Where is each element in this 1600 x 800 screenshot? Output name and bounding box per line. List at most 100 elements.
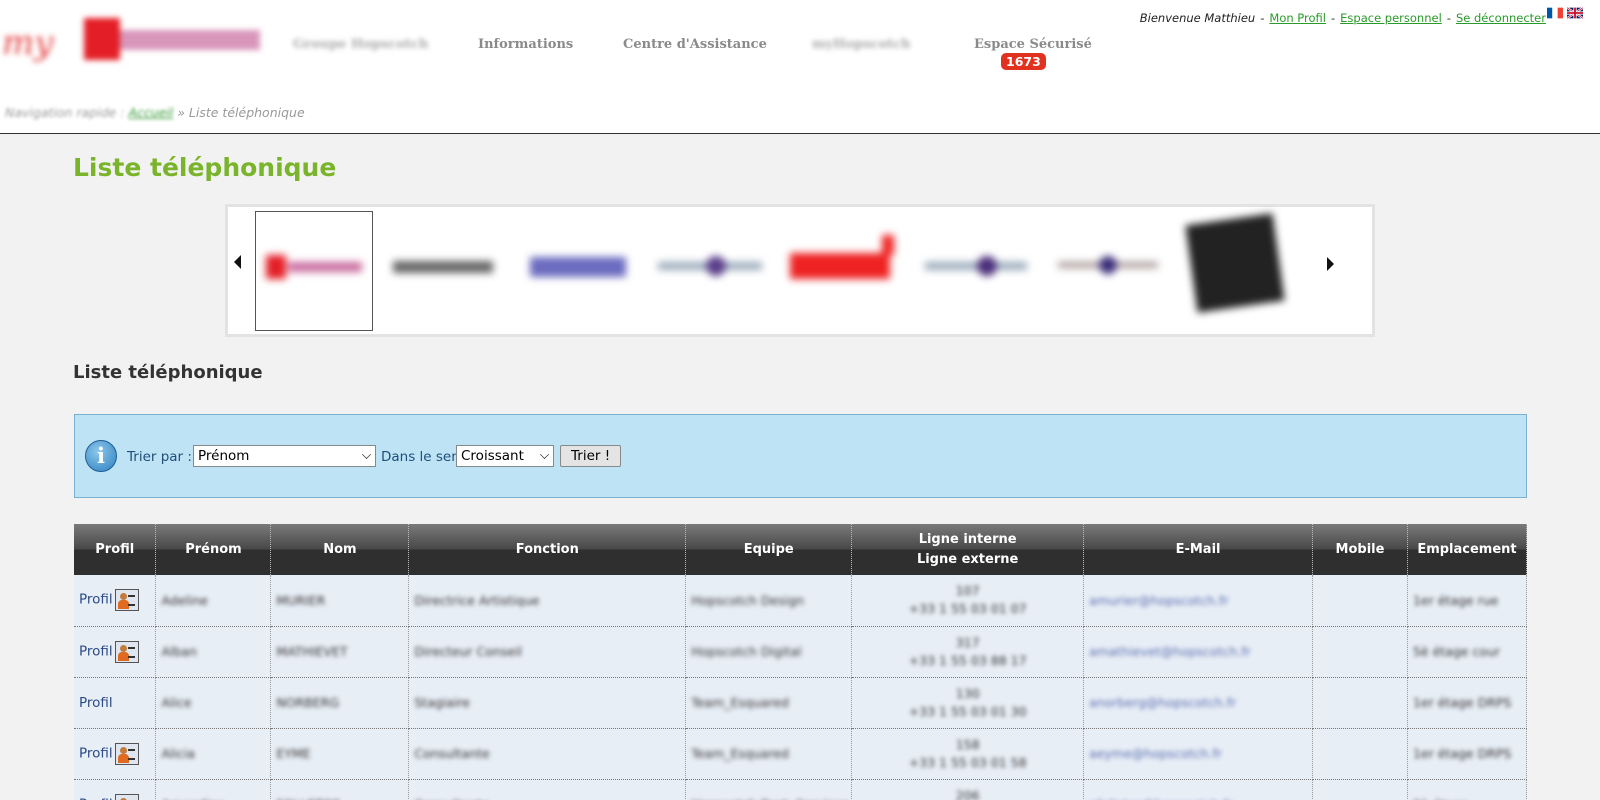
external-line: +33 1 55 03 01 58 bbox=[908, 754, 1027, 770]
sort-by-select[interactable]: Prénom bbox=[193, 445, 376, 467]
cell-firstname: Alban bbox=[155, 626, 272, 678]
site-logo[interactable]: my bbox=[2, 10, 266, 70]
cell-profile: Profil bbox=[74, 575, 157, 627]
cell-mobile bbox=[1312, 626, 1408, 678]
sort-submit-button[interactable]: Trier ! bbox=[560, 445, 622, 467]
cell-team: Hopscotch Rest. Services bbox=[685, 779, 853, 800]
breadcrumb-home-link[interactable]: Accueil bbox=[128, 105, 173, 120]
table-row: Profil AmandineFOLLETOSConsultanteHopscot… bbox=[74, 779, 1528, 800]
table-header-row: Profil Prénom Nom Fonction Equipe Ligne … bbox=[74, 524, 1528, 575]
cell-location: 2è étage bbox=[1407, 779, 1528, 800]
cell-mobile bbox=[1312, 677, 1408, 729]
cell-lines: 107 +33 1 55 03 01 07 bbox=[851, 575, 1085, 627]
carousel-logo-6[interactable] bbox=[923, 247, 1029, 287]
col-header-mobile[interactable]: Mobile bbox=[1312, 524, 1408, 575]
table-row: Profil Adeline MURIER Directrice Artistique… bbox=[74, 575, 1528, 627]
svg-text:my: my bbox=[2, 23, 54, 63]
cell-firstname: Adeline bbox=[155, 575, 272, 627]
carousel-logo-5[interactable] bbox=[788, 233, 898, 289]
phone-list-table: Profil Prénom Nom Fonction Equipe Ligne … bbox=[74, 524, 1528, 800]
nav-centre-assistance[interactable]: Centre d'Assistance bbox=[623, 37, 767, 52]
internal-line: 317 bbox=[955, 634, 980, 650]
cell-function: Consultante bbox=[408, 728, 687, 780]
nav-myhopscotch[interactable]: myHopscotch bbox=[812, 37, 911, 52]
email-link[interactable]: aeyme@hopscotch.fr bbox=[1089, 746, 1222, 761]
internal-line: 107 bbox=[955, 583, 980, 599]
cell-mobile bbox=[1312, 728, 1408, 780]
info-icon: i bbox=[85, 440, 117, 472]
nav-groupe-hopscotch[interactable]: Groupe Hopscotch bbox=[293, 37, 428, 52]
carousel-next-icon[interactable] bbox=[1327, 257, 1334, 271]
carousel-logo-4[interactable] bbox=[656, 247, 764, 287]
fr-flag-icon[interactable] bbox=[1547, 7, 1563, 19]
profile-link[interactable]: Profil bbox=[79, 643, 113, 659]
carousel-prev-icon[interactable] bbox=[234, 255, 241, 269]
col-header-firstname[interactable]: Prénom bbox=[155, 524, 272, 575]
col-header-location[interactable]: Emplacement bbox=[1407, 524, 1528, 575]
sort-by-label: Trier par : bbox=[127, 449, 192, 465]
cell-profile: Profil bbox=[74, 626, 157, 678]
cell-profile: Profil bbox=[74, 677, 157, 729]
table-row: Profil Alicia EYME Consultante Team_Esquared… bbox=[74, 728, 1528, 780]
uk-flag-icon[interactable] bbox=[1567, 7, 1583, 19]
col-header-internal: Ligne interne bbox=[918, 531, 1017, 547]
profile-link[interactable]: Profil bbox=[79, 796, 113, 800]
cell-lastname: FOLLETOS bbox=[270, 779, 410, 800]
cell-email: anorberg@hopscotch.fr bbox=[1083, 677, 1314, 729]
contact-card-icon[interactable] bbox=[114, 589, 139, 612]
sort-filter-panel: i Trier par : Prénom Dans le sens Croiss… bbox=[74, 414, 1527, 498]
cell-lines: 317 +33 1 55 03 88 17 bbox=[851, 626, 1085, 678]
contact-card-icon[interactable] bbox=[114, 640, 139, 663]
col-header-function[interactable]: Fonction bbox=[408, 524, 687, 575]
section-title: Liste téléphonique bbox=[73, 362, 263, 383]
email-link[interactable]: anorberg@hopscotch.fr bbox=[1089, 695, 1236, 710]
table-row: Profil Alice NORBERG Stagiaire Team_Esquared… bbox=[74, 677, 1528, 729]
col-header-email[interactable]: E-Mail bbox=[1083, 524, 1314, 575]
carousel-logo-8[interactable] bbox=[1185, 213, 1285, 313]
page-title: Liste téléphonique bbox=[73, 153, 337, 182]
carousel-logo-2[interactable] bbox=[391, 247, 496, 287]
cell-lastname: EYME bbox=[270, 728, 410, 780]
direction-label: Dans le sens bbox=[381, 449, 467, 465]
carousel-logo-myhopscotch[interactable] bbox=[264, 247, 364, 287]
carousel-logo-3[interactable] bbox=[528, 247, 628, 287]
cell-mobile bbox=[1312, 575, 1408, 627]
cell-email: amurier@hopscotch.fr bbox=[1083, 575, 1314, 627]
col-header-profile[interactable]: Profil bbox=[74, 524, 157, 575]
profile-link[interactable]: Profil bbox=[79, 695, 113, 711]
carousel-logo-7[interactable] bbox=[1056, 247, 1161, 287]
email-link[interactable]: amathievet@hopscotch.fr bbox=[1089, 644, 1251, 659]
email-link[interactable]: amurier@hopscotch.fr bbox=[1089, 593, 1228, 608]
internal-line: 158 bbox=[955, 736, 980, 752]
chevron-down-icon bbox=[362, 450, 371, 459]
my-profile-link[interactable]: Mon Profil bbox=[1269, 11, 1326, 25]
cell-email: amathievet@hopscotch.fr bbox=[1083, 626, 1314, 678]
col-header-lines[interactable]: Ligne interne Ligne externe bbox=[851, 524, 1085, 575]
internal-line: 130 bbox=[955, 685, 980, 701]
cell-lastname: NORBERG bbox=[270, 677, 410, 729]
logout-link[interactable]: Se déconnecter bbox=[1456, 11, 1546, 25]
cell-team: Team_Esquared bbox=[685, 677, 853, 729]
cell-profile: Profil bbox=[74, 728, 157, 780]
cell-function: Stagiaire bbox=[408, 677, 687, 729]
profile-link[interactable]: Profil bbox=[79, 592, 113, 608]
cell-email: afolletos@hopscotch.fr bbox=[1083, 779, 1314, 800]
cell-location: 5è étage cour bbox=[1407, 626, 1528, 678]
profile-link[interactable]: Profil bbox=[79, 745, 113, 761]
breadcrumb: Navigation rapide : Accueil » Liste télé… bbox=[5, 105, 305, 120]
cell-team: Hopscotch Design bbox=[685, 575, 853, 627]
cell-lines: 158 +33 1 55 03 01 58 bbox=[851, 728, 1085, 780]
col-header-team[interactable]: Equipe bbox=[685, 524, 853, 575]
sort-direction-select[interactable]: Croissant bbox=[456, 445, 554, 467]
cell-firstname: Alice bbox=[155, 677, 272, 729]
nav-espace-securise[interactable]: Espace Sécurisé bbox=[974, 37, 1092, 52]
cell-profile: Profil bbox=[74, 779, 157, 800]
contact-card-icon[interactable] bbox=[114, 793, 139, 800]
personal-space-link[interactable]: Espace personnel bbox=[1340, 11, 1442, 25]
contact-card-icon[interactable] bbox=[114, 742, 139, 765]
sort-by-value: Prénom bbox=[198, 448, 250, 464]
cell-team: Hopscotch Digital bbox=[685, 626, 853, 678]
nav-informations[interactable]: Informations bbox=[478, 37, 573, 52]
col-header-lastname[interactable]: Nom bbox=[270, 524, 410, 575]
cell-function: Directeur Conseil bbox=[408, 626, 687, 678]
